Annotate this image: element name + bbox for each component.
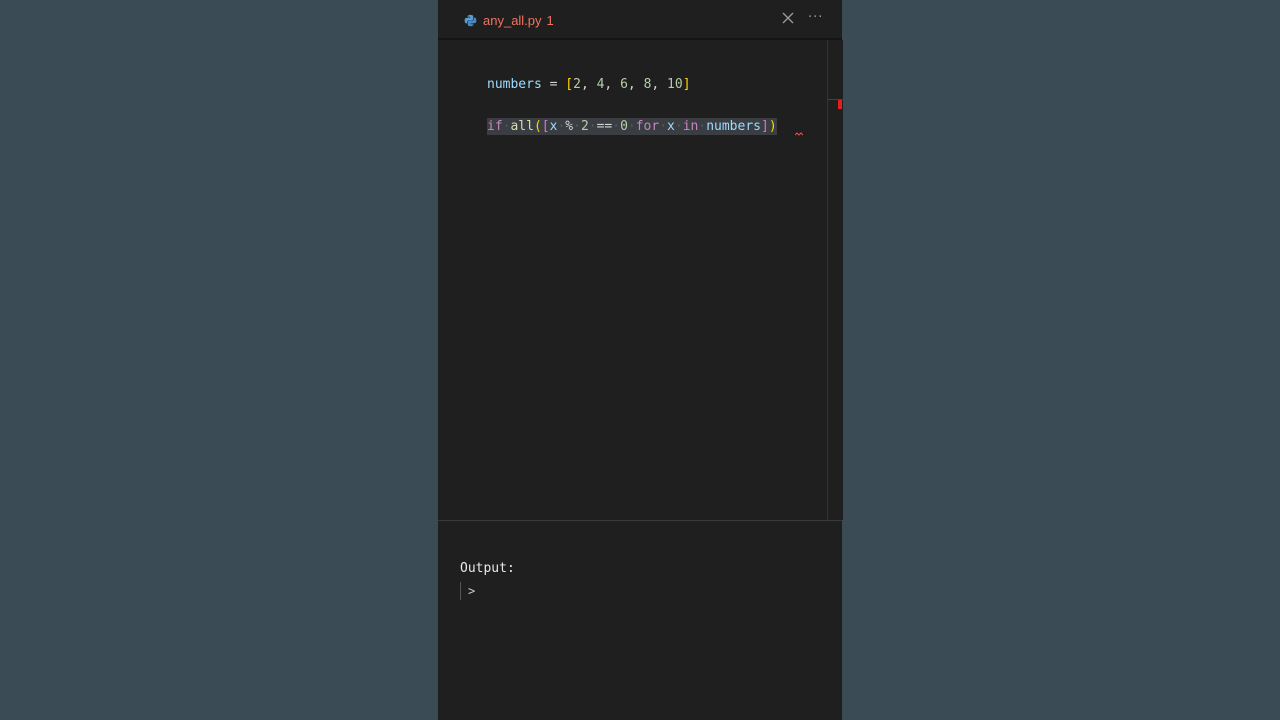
token-assign: = <box>541 77 566 92</box>
prompt-chevron-icon: > <box>468 584 476 598</box>
editor-window: any_all.py 1 ··· numbers = [2, 4, 6, 8, … <box>438 0 843 720</box>
tab-filename: any_all.py <box>483 12 542 28</box>
token-bracket-open: [ <box>565 77 574 92</box>
token-var: numbers <box>706 119 761 134</box>
token-number: 2 <box>580 119 589 134</box>
error-marker <box>838 100 842 109</box>
token-operator: % <box>565 119 574 134</box>
tab-any-all-py[interactable]: any_all.py 1 <box>464 11 554 29</box>
selection-highlight: if·all([x·%·2·==·0·for·x·in·numbers]) <box>487 118 777 135</box>
token-bracket-close: ] <box>682 77 691 92</box>
code-line-1: numbers = [2, 4, 6, 8, 10] <box>487 77 691 92</box>
tab-bar: any_all.py 1 ··· <box>438 0 842 40</box>
token-number: 2 <box>573 77 581 92</box>
more-actions-icon[interactable]: ··· <box>808 9 826 27</box>
token-keyword-in: in <box>682 119 699 134</box>
token-keyword-if: if <box>487 119 503 134</box>
python-icon <box>464 14 477 26</box>
token-keyword-for: for <box>635 119 660 134</box>
token-bracket-open: [ <box>541 119 550 134</box>
token-number: 10 <box>667 77 683 92</box>
close-icon[interactable] <box>781 11 795 25</box>
token-number: 6 <box>620 77 628 92</box>
token-var: x <box>667 119 675 134</box>
panel-divider <box>438 520 842 521</box>
token-function: all <box>510 119 534 134</box>
code-line-2: if·all([x·%·2·==·0·for·x·in·numbers]) <box>487 118 777 135</box>
overview-ruler[interactable] <box>827 40 843 520</box>
token-bracket-close: ] <box>760 119 769 134</box>
error-squiggle <box>795 132 803 136</box>
token-var: numbers <box>487 77 542 92</box>
terminal-prompt[interactable]: > <box>460 581 475 601</box>
token-paren-open: ( <box>533 119 542 134</box>
token-number: 0 <box>620 119 628 134</box>
output-label: Output: <box>460 561 515 576</box>
prompt-bar <box>460 582 461 600</box>
token-operator: == <box>596 119 613 134</box>
token-paren-close: ) <box>768 119 777 134</box>
code-editor[interactable]: numbers = [2, 4, 6, 8, 10] if·all([x·%·2… <box>438 40 827 520</box>
problem-count-badge: 1 <box>546 12 554 28</box>
